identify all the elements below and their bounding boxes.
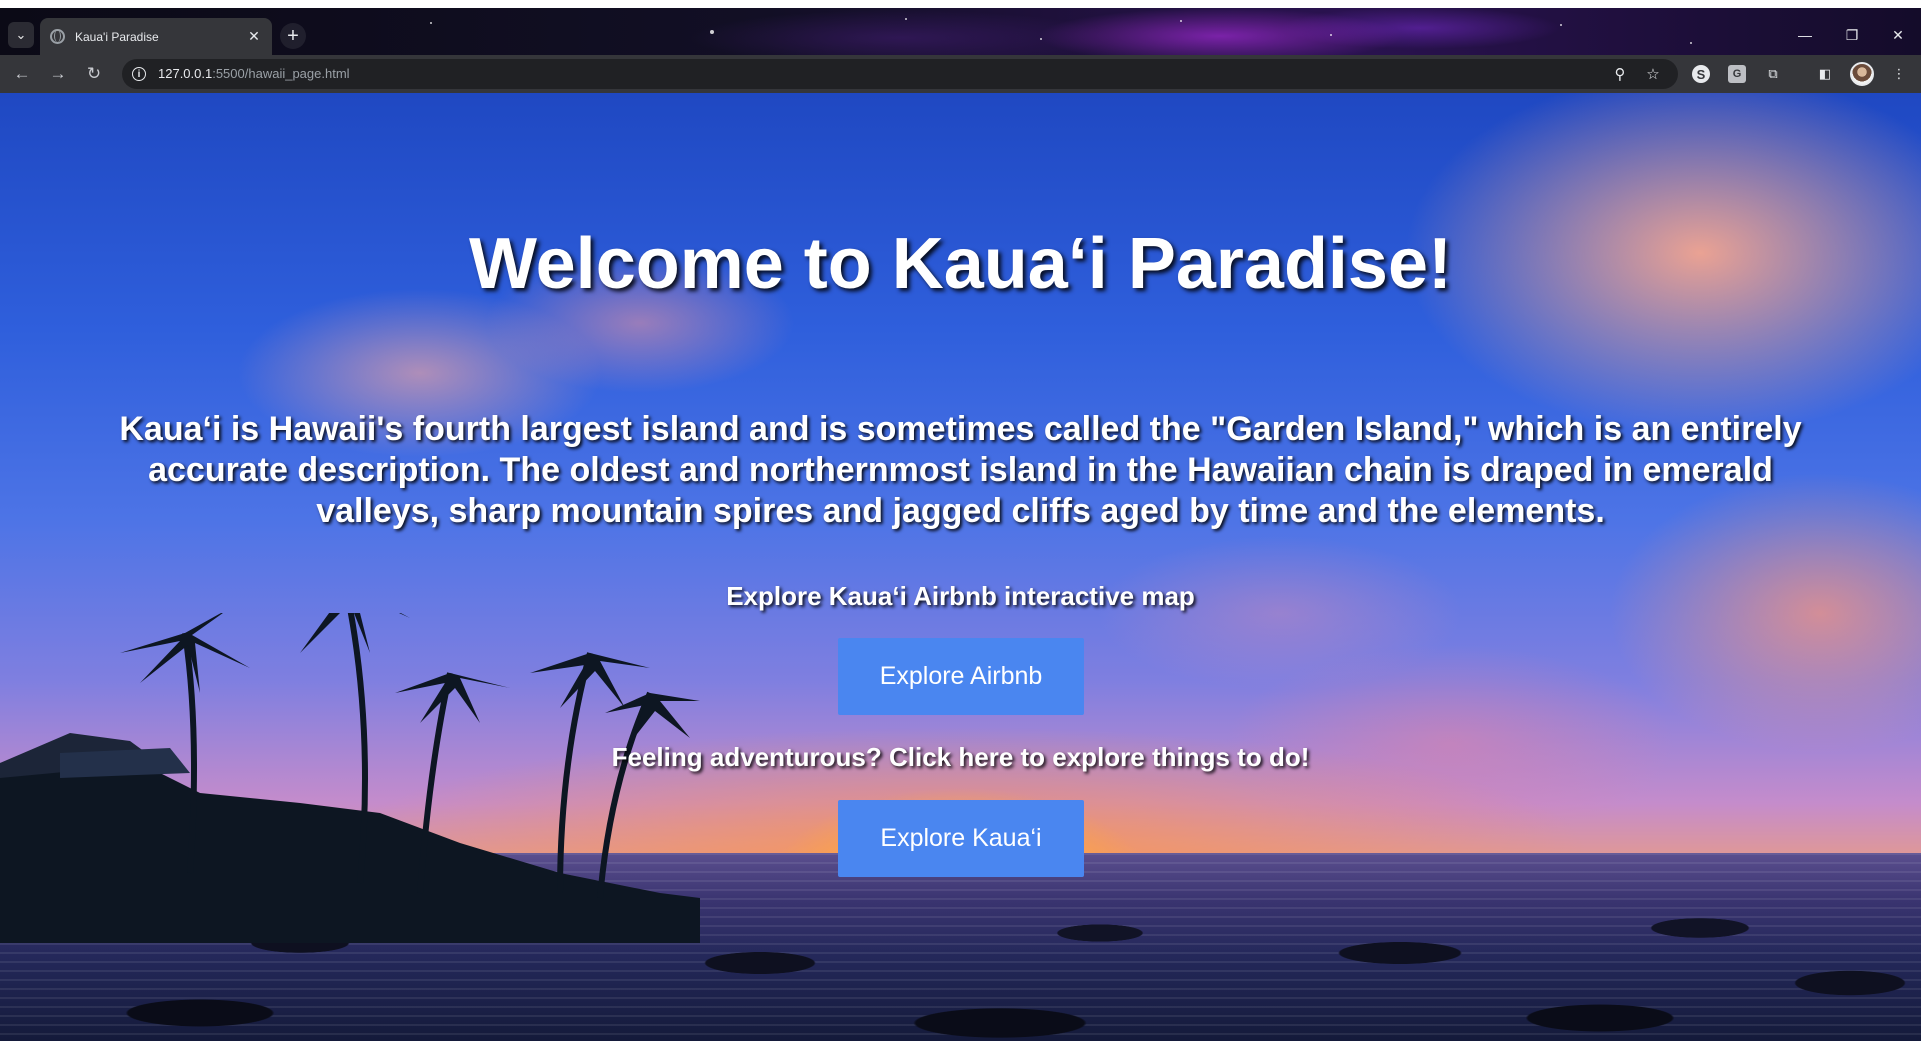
info-icon[interactable]: i: [132, 67, 146, 81]
puzzle-icon[interactable]: ⧉: [1762, 63, 1784, 85]
chevron-down-icon: ⌄: [15, 27, 27, 42]
titlebar-star: [1560, 24, 1562, 26]
titlebar-star: [1040, 38, 1042, 40]
forward-button[interactable]: →: [45, 61, 71, 87]
explore-airbnb-button[interactable]: Explore Airbnb: [838, 638, 1084, 715]
titlebar-star: [1690, 42, 1692, 44]
close-icon[interactable]: ✕: [246, 28, 262, 45]
avatar[interactable]: [1850, 62, 1874, 86]
back-button[interactable]: ←: [9, 61, 35, 87]
globe-icon: [50, 29, 65, 44]
page-viewport: Welcome to Kaua‘i Paradise! Kaua‘i is Ha…: [0, 93, 1921, 1041]
arrow-left-icon: ←: [13, 64, 31, 83]
titlebar-star: [710, 30, 714, 34]
reload-button[interactable]: ↻: [81, 61, 107, 87]
restore-button[interactable]: ❐: [1834, 22, 1870, 48]
url-host: 127.0.0.1: [158, 66, 213, 81]
grammar-extension-icon[interactable]: G: [1728, 65, 1746, 83]
star-icon[interactable]: ☆: [1643, 64, 1663, 84]
url-text[interactable]: 127.0.0.1:5500/hawaii_page.html: [158, 66, 350, 81]
airbnb-prompt: Explore Kaua‘i Airbnb interactive map: [726, 581, 1195, 611]
explore-kauai-button[interactable]: Explore Kaua‘i: [838, 800, 1084, 877]
address-bar[interactable]: i 127.0.0.1:5500/hawaii_page.html ⚲ ☆: [122, 59, 1678, 89]
s-extension-icon[interactable]: S: [1692, 65, 1710, 83]
titlebar-star: [430, 22, 432, 24]
url-path: :5500/hawaii_page.html: [212, 66, 350, 81]
hero-content: Welcome to Kaua‘i Paradise! Kaua‘i is Ha…: [0, 93, 1921, 1041]
titlebar-star: [905, 18, 907, 20]
plus-icon: +: [287, 24, 299, 47]
side-panel-icon[interactable]: ◧: [1814, 63, 1836, 85]
reload-icon: ↻: [86, 64, 102, 83]
titlebar-star: [1330, 34, 1332, 36]
browser-toolbar: ← → ↻ i 127.0.0.1:5500/hawaii_page.html …: [0, 55, 1921, 93]
magnifier-icon[interactable]: ⚲: [1610, 64, 1630, 84]
new-tab-button[interactable]: +: [280, 23, 306, 49]
window-close-button[interactable]: ✕: [1880, 22, 1916, 48]
kebab-menu-icon[interactable]: ⋮: [1888, 63, 1910, 85]
intro-paragraph: Kaua‘i is Hawaii's fourth largest island…: [119, 410, 1802, 530]
restore-icon: ❐: [1845, 26, 1859, 43]
tab-kauai-paradise[interactable]: Kaua'i Paradise ✕: [40, 18, 272, 55]
adventure-prompt: Feeling adventurous? Click here to explo…: [611, 742, 1310, 772]
minimize-button[interactable]: —: [1787, 22, 1823, 48]
browser-titlebar: ⌄ Kaua'i Paradise ✕ + — ❐ ✕: [0, 0, 1921, 55]
page-title: Welcome to Kaua‘i Paradise!: [468, 224, 1452, 304]
tab-search-button[interactable]: ⌄: [8, 22, 34, 48]
tab-title: Kaua'i Paradise: [75, 29, 159, 44]
close-icon: ✕: [1892, 26, 1904, 43]
minimize-icon: —: [1798, 27, 1812, 43]
arrow-right-icon: →: [49, 64, 67, 83]
titlebar-star: [1180, 20, 1182, 22]
